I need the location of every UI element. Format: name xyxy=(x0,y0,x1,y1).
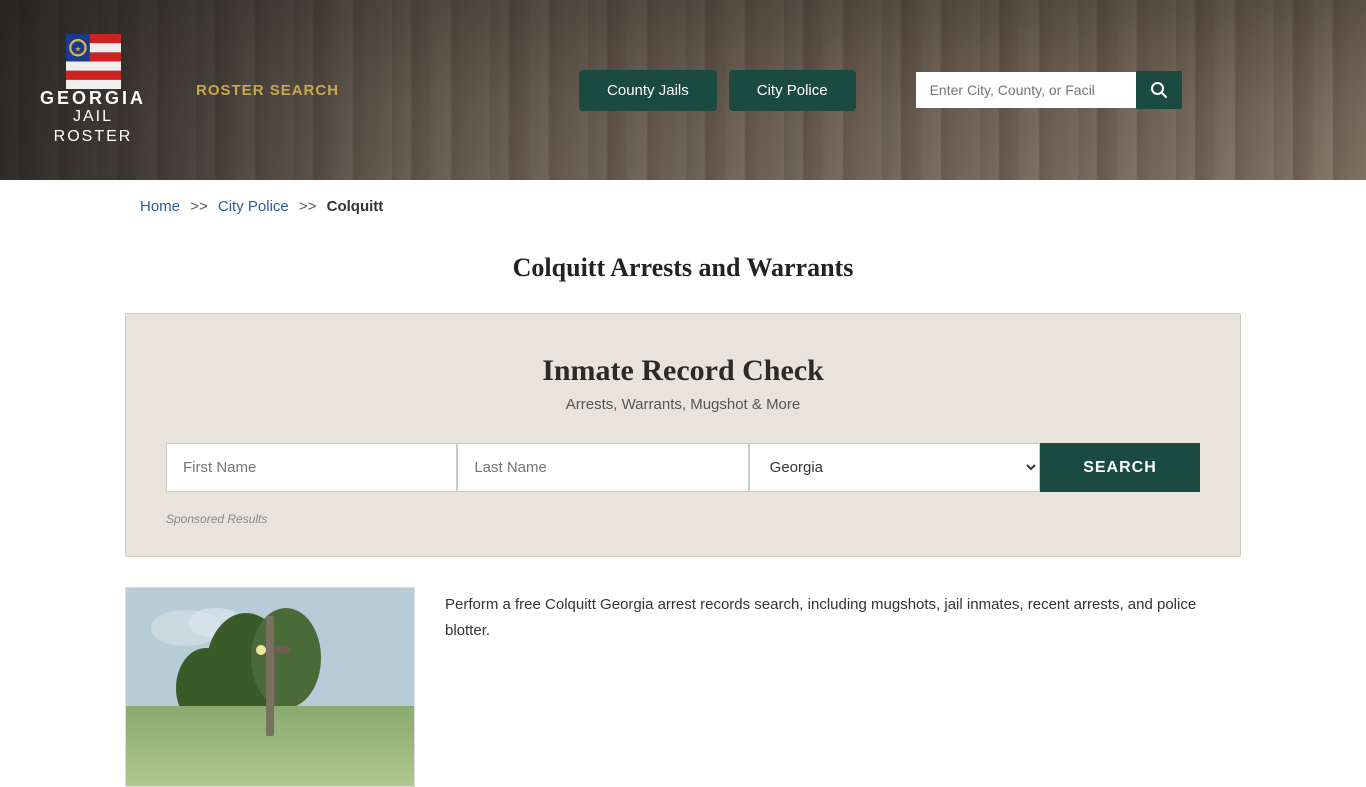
page-title-area: Colquitt Arrests and Warrants xyxy=(0,233,1366,313)
inmate-section-title: Inmate Record Check xyxy=(166,354,1200,388)
header-search-input[interactable] xyxy=(916,72,1136,108)
breadcrumb-city-police[interactable]: City Police xyxy=(218,198,289,215)
logo-jail-text: JAIL xyxy=(73,107,113,126)
first-name-input[interactable] xyxy=(166,443,457,492)
logo-area: ★ GEORGIA JAIL ROSTER xyxy=(40,34,146,145)
inmate-search-form: AlabamaAlaskaArizonaArkansasCaliforniaCo… xyxy=(166,443,1200,492)
header-search-button[interactable] xyxy=(1136,71,1182,109)
georgia-state-icon: ★ xyxy=(66,34,121,89)
logo-roster-text: ROSTER xyxy=(54,127,133,146)
breadcrumb-home[interactable]: Home xyxy=(140,198,180,215)
inmate-record-section: Inmate Record Check Arrests, Warrants, M… xyxy=(125,313,1241,557)
inmate-section-subtitle: Arrests, Warrants, Mugshot & More xyxy=(166,396,1200,413)
roster-search-link[interactable]: ROSTER SEARCH xyxy=(196,82,339,99)
city-police-button[interactable]: City Police xyxy=(729,70,856,111)
search-icon xyxy=(1150,81,1168,99)
breadcrumb-current: Colquitt xyxy=(327,198,384,215)
svg-text:★: ★ xyxy=(74,45,81,54)
city-scene-svg xyxy=(126,588,415,787)
breadcrumb: Home >> City Police >> Colquitt xyxy=(0,180,1366,233)
sponsored-label: Sponsored Results xyxy=(166,512,1200,526)
site-header: ★ GEORGIA JAIL ROSTER ROSTER SEARCH Coun… xyxy=(0,0,1366,180)
last-name-input[interactable] xyxy=(457,443,748,492)
bottom-section: Perform a free Colquitt Georgia arrest r… xyxy=(125,587,1241,787)
state-select[interactable]: AlabamaAlaskaArizonaArkansasCaliforniaCo… xyxy=(749,443,1040,492)
inmate-search-button[interactable]: SEARCH xyxy=(1040,443,1200,492)
header-search-area xyxy=(916,71,1182,109)
page-title: Colquitt Arrests and Warrants xyxy=(0,253,1366,283)
county-jails-button[interactable]: County Jails xyxy=(579,70,717,111)
logo-georgia-text: GEORGIA xyxy=(40,89,146,107)
city-image xyxy=(125,587,415,787)
city-description: Perform a free Colquitt Georgia arrest r… xyxy=(445,587,1241,643)
main-nav: ROSTER SEARCH County Jails City Police xyxy=(196,70,1326,111)
nav-buttons: County Jails City Police xyxy=(579,70,856,111)
breadcrumb-sep-2: >> xyxy=(299,198,317,215)
breadcrumb-sep-1: >> xyxy=(190,198,208,215)
